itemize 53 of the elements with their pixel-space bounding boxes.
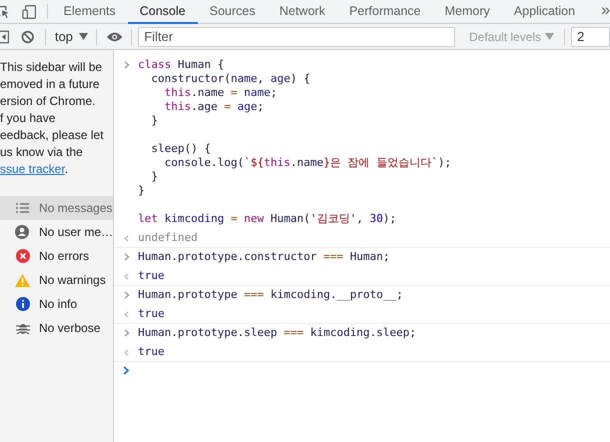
panel-tab[interactable]: Sources bbox=[198, 0, 268, 24]
caret-icon bbox=[78, 33, 88, 40]
code-line: let kimcoding = new Human('김코딩', 30); bbox=[138, 212, 398, 226]
list-icon bbox=[16, 203, 29, 213]
chevron-icon bbox=[124, 253, 130, 261]
chevron-icon bbox=[124, 61, 130, 69]
result-value: true bbox=[138, 307, 164, 321]
error-icon bbox=[16, 249, 30, 263]
device-icon[interactable] bbox=[22, 4, 37, 20]
filter-field[interactable]: Filter bbox=[138, 26, 456, 46]
panel-tab[interactable]: Performance bbox=[337, 0, 433, 24]
result-value: undefined bbox=[138, 231, 198, 245]
sidebar-notice: This sidebar will be emoved in a future ersion of Chrome. f you have eedback, please let us know via the ssue tracker. bbox=[0, 59, 104, 178]
caret-icon bbox=[545, 33, 554, 40]
code-line: class Human { bbox=[138, 58, 226, 72]
code-line: Human.prototype === kimcoding.__proto__; bbox=[138, 288, 403, 302]
chevron-icon bbox=[124, 291, 130, 299]
warning-icon bbox=[15, 274, 30, 286]
context-dropdown[interactable]: top bbox=[54, 26, 88, 46]
clear-icon[interactable] bbox=[21, 30, 35, 44]
message-filter-item[interactable]: No messages bbox=[0, 196, 113, 220]
message-filter-item[interactable]: No errors bbox=[0, 244, 113, 268]
code-line: Human.prototype.sleep === kimcoding.sleep; bbox=[138, 326, 416, 340]
panel-tab[interactable]: Elements bbox=[52, 0, 128, 24]
code-line: this.name = name; bbox=[163, 86, 278, 100]
sidebar-toggle-icon[interactable] bbox=[0, 30, 10, 44]
code-line: } bbox=[138, 184, 146, 198]
prompt-icon[interactable] bbox=[122, 366, 130, 375]
result-value: true bbox=[138, 269, 164, 283]
code-line: Human.prototype.constructor === Human; bbox=[138, 250, 390, 264]
message-filter-item[interactable]: No verbose bbox=[0, 316, 113, 340]
chevron-icon bbox=[124, 329, 130, 337]
more-tabs-button[interactable]: » bbox=[601, 0, 610, 23]
panel-tab[interactable]: Network bbox=[267, 0, 338, 24]
message-filter-item[interactable]: No info bbox=[0, 292, 113, 316]
result-value: true bbox=[138, 345, 164, 359]
code-line: console.log(`${this.name}은 잠에 들었습니다`); bbox=[163, 156, 452, 170]
code-line: sleep() { bbox=[150, 142, 212, 156]
info-icon bbox=[16, 297, 30, 311]
panel-tab[interactable]: Memory bbox=[432, 0, 502, 24]
code-line: this.age = age; bbox=[163, 100, 265, 114]
code-line: constructor(name, age) { bbox=[150, 72, 312, 86]
panel-tab[interactable]: Application bbox=[502, 0, 588, 24]
code-line: } bbox=[150, 170, 159, 184]
bug-icon bbox=[16, 321, 30, 335]
code-line: } bbox=[150, 114, 159, 128]
issues-counter[interactable]: 2 bbox=[571, 26, 610, 46]
message-filter-item[interactable]: No warnings bbox=[0, 268, 113, 292]
message-filter-item[interactable]: No user me… bbox=[0, 220, 113, 244]
inspect-icon[interactable] bbox=[0, 5, 10, 19]
issue-tracker-link[interactable]: ssue tracker bbox=[0, 162, 65, 176]
user-icon bbox=[15, 225, 30, 239]
eye-icon[interactable] bbox=[106, 30, 124, 42]
